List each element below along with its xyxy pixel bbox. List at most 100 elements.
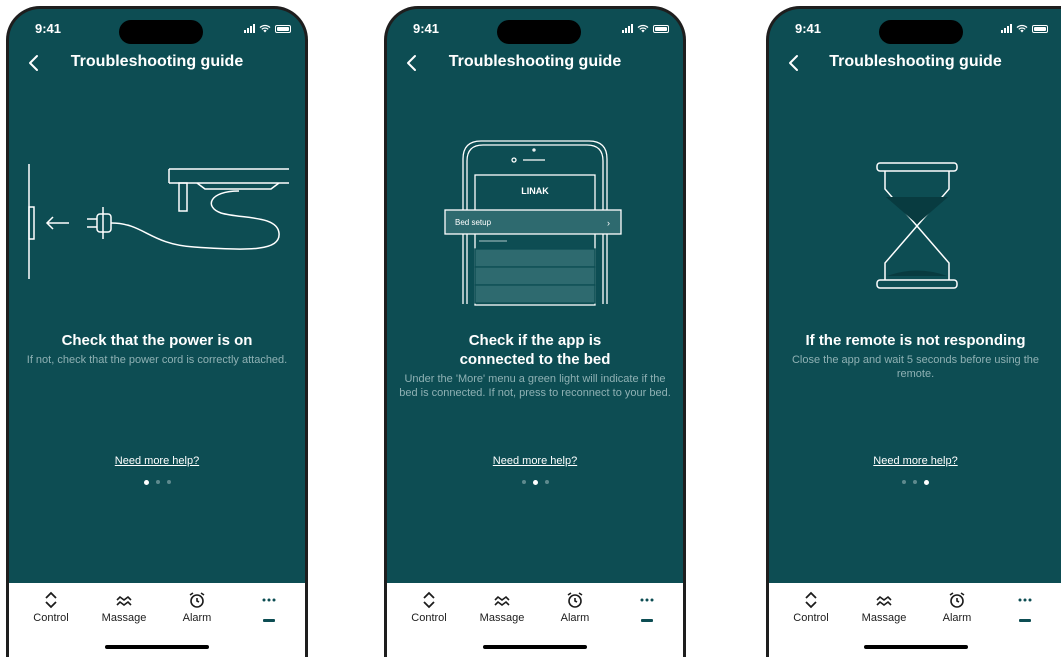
description: Close the app and wait 5 seconds before … xyxy=(791,354,1040,380)
page-title: Troubleshooting guide xyxy=(70,53,244,70)
description: If not, check that the power cord is cor… xyxy=(26,354,288,366)
tab-label: Control xyxy=(793,612,829,624)
tab-bar: Control Massage Alarm xyxy=(387,583,683,657)
help-link-row: Need more help? xyxy=(769,451,1061,469)
page-title: Troubleshooting guide xyxy=(829,53,1002,70)
up-down-chevron-icon xyxy=(423,591,435,609)
tab-label: Control xyxy=(411,612,447,624)
wifi-icon xyxy=(259,24,271,33)
headline: Check if the app is connected to the bed xyxy=(459,332,611,368)
help-link-row: Need more help? xyxy=(387,451,683,469)
need-more-help-link[interactable]: Need more help? xyxy=(115,455,199,467)
page-title: Troubleshooting guide xyxy=(448,53,622,70)
status-bar: 9:41 xyxy=(9,9,305,49)
cellular-signal-icon xyxy=(1001,24,1012,33)
page-dot-3[interactable] xyxy=(544,480,549,484)
phone-frame-3: 9:41 Troubleshooting guide If the remote… xyxy=(766,6,1061,657)
page-dot-2[interactable] xyxy=(155,480,160,484)
need-more-help-link[interactable]: Need more help? xyxy=(493,455,577,467)
dynamic-island xyxy=(119,20,203,44)
tab-more[interactable] xyxy=(995,591,1055,622)
waves-icon xyxy=(876,595,892,606)
battery-icon xyxy=(275,24,291,33)
tab-alarm[interactable]: Alarm xyxy=(545,591,605,624)
tab-bar: Control Massage Alarm xyxy=(769,583,1061,657)
mockup-logo: LINAK xyxy=(521,186,549,196)
up-down-chevron-icon xyxy=(805,591,817,609)
status-bar: 9:41 xyxy=(769,9,1061,49)
tab-more[interactable] xyxy=(617,591,677,622)
page-dot-3[interactable] xyxy=(166,480,171,484)
tab-massage[interactable]: Massage xyxy=(472,591,532,624)
nav-bar: Troubleshooting guide xyxy=(769,49,1061,77)
tab-label: Alarm xyxy=(182,612,212,624)
home-indicator xyxy=(483,645,587,649)
more-dots-icon xyxy=(640,598,654,602)
more-dots-icon xyxy=(262,598,276,602)
wifi-icon xyxy=(1016,24,1028,33)
tab-label: Massage xyxy=(101,612,147,624)
tab-alarm[interactable]: Alarm xyxy=(927,591,987,624)
description: Under the 'More' menu a green light will… xyxy=(399,373,671,399)
headline-block: Check that the power is on If not, check… xyxy=(19,331,295,367)
phone-mockup-illustration: LINAK Bed setup › xyxy=(444,140,622,306)
page-indicator xyxy=(9,479,305,485)
screen-power: 9:41 Troubleshooting guide Check that th… xyxy=(9,9,305,657)
tab-control[interactable]: Control xyxy=(781,591,841,624)
headline: Check that the power is on xyxy=(61,332,253,349)
help-link-row: Need more help? xyxy=(9,451,305,469)
alarm-clock-icon xyxy=(949,592,965,608)
nav-bar: Troubleshooting guide xyxy=(387,49,683,77)
page-dot-1[interactable] xyxy=(521,480,526,484)
screen-remote: 9:41 Troubleshooting guide If the remote… xyxy=(769,9,1061,657)
mockup-chevron: › xyxy=(607,218,610,228)
tab-alarm[interactable]: Alarm xyxy=(167,591,227,624)
tab-label: Alarm xyxy=(942,612,972,624)
alarm-clock-icon xyxy=(189,592,205,608)
headline-block: Check if the app is connected to the bed… xyxy=(397,331,673,400)
page-indicator xyxy=(387,479,683,485)
selected-tab-indicator xyxy=(641,619,653,622)
tab-massage[interactable]: Massage xyxy=(94,591,154,624)
alarm-clock-icon xyxy=(567,592,583,608)
need-more-help-link[interactable]: Need more help? xyxy=(873,455,957,467)
page-dot-1[interactable] xyxy=(902,480,906,484)
tab-massage[interactable]: Massage xyxy=(854,591,914,624)
hourglass-illustration xyxy=(876,162,958,289)
selected-tab-indicator xyxy=(1019,619,1031,622)
headline-block: If the remote is not responding Close th… xyxy=(779,331,1052,381)
cellular-signal-icon xyxy=(622,24,633,33)
waves-icon xyxy=(494,595,510,606)
page-dot-2[interactable] xyxy=(532,479,538,485)
power-cord-illustration xyxy=(28,164,289,279)
tab-label: Alarm xyxy=(560,612,590,624)
status-bar: 9:41 xyxy=(387,9,683,49)
home-indicator xyxy=(105,645,209,649)
mockup-menu-item: Bed setup xyxy=(455,218,492,227)
battery-icon xyxy=(653,24,669,33)
tab-control[interactable]: Control xyxy=(21,591,81,624)
tab-control[interactable]: Control xyxy=(399,591,459,624)
tab-more[interactable] xyxy=(239,591,299,622)
battery-icon xyxy=(1032,24,1048,33)
page-dot-2[interactable] xyxy=(913,480,917,484)
tab-bar: Control Massage Alarm xyxy=(9,583,305,657)
tab-label: Massage xyxy=(861,612,907,624)
page-dot-3[interactable] xyxy=(924,479,929,485)
screen-app-connection: 9:41 Troubleshooting guide LINAK Bed set… xyxy=(387,9,683,657)
status-time: 9:41 xyxy=(35,21,62,36)
phone-frame-1: 9:41 Troubleshooting guide Check that th… xyxy=(6,6,308,657)
tab-label: Control xyxy=(33,612,69,624)
home-indicator xyxy=(863,645,968,649)
dynamic-island xyxy=(879,20,963,44)
up-down-chevron-icon xyxy=(45,591,57,609)
more-dots-icon xyxy=(1018,598,1032,602)
page-dot-1[interactable] xyxy=(143,479,149,485)
phone-frame-2: 9:41 Troubleshooting guide LINAK Bed set… xyxy=(384,6,686,657)
status-time: 9:41 xyxy=(413,21,440,36)
system-icons xyxy=(622,24,669,33)
system-icons xyxy=(1001,24,1048,33)
headline: If the remote is not responding xyxy=(805,332,1026,349)
status-time: 9:41 xyxy=(795,21,822,36)
cellular-signal-icon xyxy=(244,24,255,33)
